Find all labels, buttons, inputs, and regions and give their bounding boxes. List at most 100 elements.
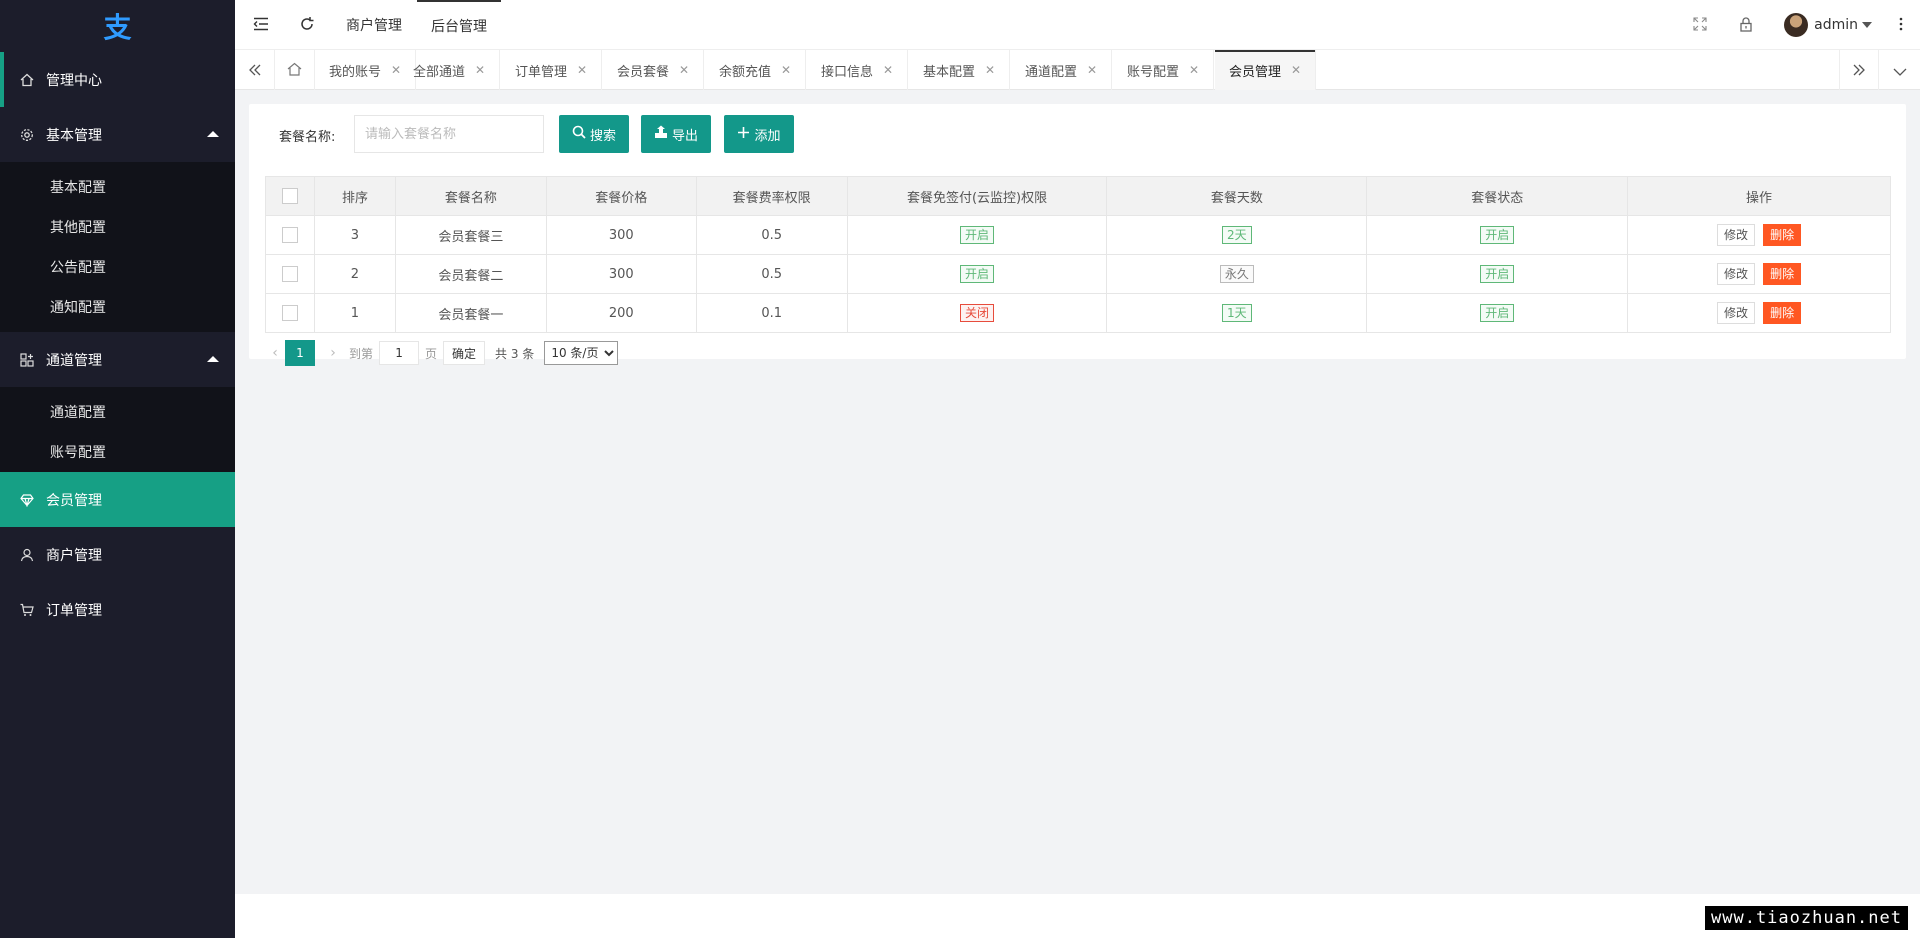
sidebar-item-dashboard[interactable]: 管理中心	[0, 52, 235, 107]
tab-basic-config[interactable]: 基本配置 ✕	[909, 50, 1011, 90]
column-header[interactable]: 套餐名称	[394, 176, 547, 216]
tabs-dropdown-button[interactable]	[1880, 50, 1920, 90]
add-button[interactable]: 添加	[724, 115, 794, 153]
tab-all-channels[interactable]: 全部通道 ✕	[399, 50, 501, 90]
prev-page-icon[interactable]: ‹	[265, 345, 285, 361]
sidebar-item-merchant[interactable]: 商户管理	[0, 527, 235, 582]
sidebar: 支 管理中心 基本管理 基本配置 其他配置 公告配置 通知配置 通道管理 通道配…	[0, 0, 235, 938]
close-icon[interactable]: ✕	[577, 63, 587, 77]
free-sign-cell: 关闭	[846, 293, 1108, 333]
goto-confirm-button[interactable]: 确定	[443, 341, 486, 365]
header-menu-admin[interactable]: 后台管理	[417, 0, 501, 50]
edit-button[interactable]: 修改	[1716, 263, 1755, 285]
sidebar-item-basic[interactable]: 基本管理	[0, 107, 235, 162]
export-button[interactable]: 导出	[641, 115, 711, 153]
status-badge: 开启	[960, 265, 995, 283]
column-header[interactable]: 套餐天数	[1106, 176, 1368, 216]
price-cell: 300	[545, 254, 697, 294]
lock-icon[interactable]	[1737, 15, 1755, 33]
tabs-scroll-right-button[interactable]	[1839, 50, 1879, 90]
page-size-select[interactable]: 10 条/页	[544, 341, 619, 365]
row-checkbox[interactable]	[281, 227, 298, 243]
tab-balance-recharge[interactable]: 余额充值 ✕	[705, 50, 807, 90]
current-page[interactable]: 1	[285, 340, 315, 366]
chevron-up-icon	[207, 356, 219, 362]
days-cell: 2天	[1106, 215, 1368, 255]
page-label: 页	[425, 346, 438, 361]
status-cell: 开启	[1366, 293, 1629, 333]
next-page-icon[interactable]: ›	[323, 345, 343, 361]
tab-api-info[interactable]: 接口信息 ✕	[807, 50, 909, 90]
user-menu[interactable]: admin	[1784, 12, 1872, 38]
column-header[interactable]: 套餐状态	[1366, 176, 1629, 216]
tabs-scroll-left-button[interactable]	[235, 50, 275, 90]
double-chevron-left-icon	[248, 61, 262, 80]
row-select-cell	[265, 254, 315, 294]
name-cell: 会员套餐二	[394, 254, 547, 294]
column-header[interactable]: 套餐价格	[545, 176, 697, 216]
caret-down-icon	[1862, 22, 1872, 28]
tab-member-management[interactable]: 会员管理 ✕	[1215, 50, 1317, 90]
tab-channel-config[interactable]: 通道配置 ✕	[1011, 50, 1113, 90]
sidebar-subitem-notice-config[interactable]: 公告配置	[0, 247, 235, 287]
tab-member-package[interactable]: 会员套餐 ✕	[603, 50, 705, 90]
sidebar-item-label: 会员管理	[46, 492, 102, 509]
more-vertical-icon[interactable]	[1892, 15, 1910, 33]
close-icon[interactable]: ✕	[679, 63, 689, 77]
price-cell: 200	[545, 293, 697, 333]
status-badge: 开启	[1480, 226, 1515, 244]
tab-account-config[interactable]: 账号配置 ✕	[1113, 50, 1215, 90]
sort-cell: 2	[313, 254, 396, 294]
sidebar-item-channel[interactable]: 通道管理	[0, 332, 235, 387]
apps-icon	[20, 352, 34, 367]
search-button[interactable]: 搜索	[559, 115, 629, 153]
logo-icon: 支	[103, 11, 132, 44]
name-cell: 会员套餐三	[394, 215, 547, 255]
sidebar-item-order[interactable]: 订单管理	[0, 582, 235, 637]
submenu-channel: 通道配置 账号配置	[0, 387, 235, 472]
diamond-icon	[20, 493, 34, 507]
sort-cell: 3	[313, 215, 396, 255]
column-header[interactable]: 套餐免签付(云监控)权限	[846, 176, 1108, 216]
delete-button[interactable]: 删除	[1763, 302, 1802, 324]
sidebar-subitem-basic-config[interactable]: 基本配置	[0, 167, 235, 207]
refresh-icon[interactable]	[298, 15, 316, 33]
close-icon[interactable]: ✕	[1189, 63, 1199, 77]
avatar	[1784, 13, 1809, 37]
rate-cell: 0.1	[695, 293, 848, 333]
delete-button[interactable]: 删除	[1763, 263, 1802, 285]
header-menu-merchant[interactable]: 商户管理	[346, 0, 402, 50]
delete-button[interactable]: 删除	[1763, 224, 1802, 246]
close-icon[interactable]: ✕	[475, 63, 485, 77]
edit-button[interactable]: 修改	[1716, 302, 1755, 324]
close-icon[interactable]: ✕	[781, 63, 791, 77]
sidebar-subitem-notify-config[interactable]: 通知配置	[0, 287, 235, 327]
close-icon[interactable]: ✕	[985, 63, 995, 77]
package-name-input[interactable]	[354, 115, 544, 153]
sidebar-subitem-other-config[interactable]: 其他配置	[0, 207, 235, 247]
main-content: 套餐名称: 搜索 导出 添加	[235, 90, 1920, 894]
logo[interactable]: 支	[0, 0, 235, 52]
column-header[interactable]: 套餐费率权限	[695, 176, 848, 216]
close-icon[interactable]: ✕	[1087, 63, 1097, 77]
pagination: ‹ 1 › 到第 页 确定 共 3 条 10 条/页	[265, 340, 619, 366]
row-checkbox[interactable]	[281, 266, 298, 282]
goto-page-input[interactable]	[379, 341, 420, 365]
user-icon	[20, 548, 34, 562]
tab-home[interactable]	[275, 50, 315, 90]
edit-button[interactable]: 修改	[1716, 224, 1755, 246]
sidebar-subitem-channel-config[interactable]: 通道配置	[0, 392, 235, 432]
tab-order-management[interactable]: 订单管理 ✕	[501, 50, 603, 90]
select-all-checkbox[interactable]	[281, 188, 298, 204]
close-icon[interactable]: ✕	[883, 63, 893, 77]
row-checkbox[interactable]	[281, 305, 298, 321]
sort-cell: 1	[313, 293, 396, 333]
table-header-row: 排序 套餐名称 套餐价格 套餐费率权限 套餐免签付(云监控)权限 套餐天数 套餐…	[265, 176, 1891, 216]
sidebar-item-member[interactable]: 会员管理	[0, 472, 235, 527]
close-icon[interactable]: ✕	[1291, 63, 1301, 77]
column-header[interactable]: 排序	[313, 176, 396, 216]
menu-fold-icon[interactable]	[252, 15, 270, 33]
tab-label: 会员管理	[1229, 64, 1282, 80]
fullscreen-icon[interactable]	[1691, 15, 1709, 33]
sidebar-subitem-account-config[interactable]: 账号配置	[0, 432, 235, 472]
